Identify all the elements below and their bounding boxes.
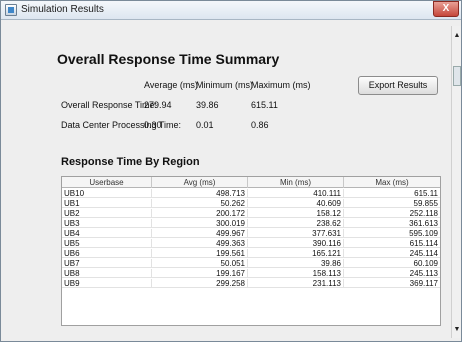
dc-processing-avg: 0.30 [144,120,162,130]
scroll-up-arrow-icon[interactable]: ▲ [453,32,461,40]
cell-max: 369.117 [409,279,438,288]
cell-userbase: UB5 [62,239,152,248]
dc-processing-label: Data Center Processing Time: [61,120,182,130]
region-heading: Response Time By Region [61,156,200,168]
summary-col-average: Average (ms) [144,80,198,90]
cell-min: 231.113 [248,279,344,288]
overall-response-max: 615.11 [251,100,278,110]
cell-min: 377.631 [248,229,344,238]
summary-heading: Overall Response Time Summary [57,51,280,67]
summary-col-maximum: Maximum (ms) [251,80,311,90]
table-row[interactable]: UB10 498.713 410.111 615.11 [62,189,440,198]
table-row[interactable]: UB4 499.967 377.631 595.109 [62,229,440,238]
cell-max: 59.855 [413,199,438,208]
cell-userbase: UB9 [62,279,152,288]
cell-max: 615.114 [409,239,438,248]
cell-max: 245.113 [409,269,438,278]
dc-processing-max: 0.86 [251,120,269,130]
cell-min: 40.609 [248,199,344,208]
cell-userbase: UB1 [62,199,152,208]
table-row[interactable]: UB3 300.019 238.62 361.613 [62,219,440,228]
window-title: Simulation Results [21,4,104,15]
cell-userbase: UB10 [62,189,152,198]
cell-min: 390.116 [248,239,344,248]
table-row[interactable]: UB2 200.172 158.12 252.118 [62,209,440,218]
simulation-results-window: Simulation Results X ▲ ▼ Overall Respons… [0,0,462,342]
table-row[interactable]: UB6 199.561 165.121 245.114 [62,249,440,258]
cell-max: 615.11 [414,189,438,198]
table-row[interactable]: UB8 199.167 158.113 245.113 [62,269,440,278]
cell-avg: 50.262 [152,199,248,208]
cell-avg: 300.019 [152,219,248,228]
scroll-down-arrow-icon[interactable]: ▼ [453,326,461,334]
vertical-scrollbar[interactable]: ▲ ▼ [451,26,461,338]
cell-min: 158.113 [248,269,344,278]
app-icon [5,4,17,16]
cell-min: 39.86 [248,259,344,268]
cell-avg: 199.561 [152,249,248,258]
title-bar[interactable]: Simulation Results X [1,1,461,20]
cell-avg: 299.258 [152,279,248,288]
close-button[interactable]: X [433,1,459,17]
col-max[interactable]: Max (ms) [344,177,440,188]
cell-userbase: UB2 [62,209,152,218]
cell-max: 252.118 [409,209,438,218]
cell-userbase: UB3 [62,219,152,228]
cell-userbase: UB6 [62,249,152,258]
cell-min: 410.111 [248,189,344,198]
table-row[interactable]: UB9 299.258 231.113 369.117 [62,279,440,288]
col-min[interactable]: Min (ms) [248,177,344,188]
overall-response-min: 39.86 [196,100,219,110]
cell-userbase: UB7 [62,259,152,268]
col-avg[interactable]: Avg (ms) [152,177,248,188]
cell-max: 361.613 [409,219,438,228]
cell-avg: 499.363 [152,239,248,248]
cell-userbase: UB8 [62,269,152,278]
region-table-header: Userbase Avg (ms) Min (ms) Max (ms) [62,177,440,188]
cell-max: 60.109 [413,259,438,268]
cell-max: 245.114 [409,249,438,258]
table-row[interactable]: UB5 499.363 390.116 615.114 [62,239,440,248]
overall-response-avg: 279.94 [144,100,172,110]
region-table[interactable]: Userbase Avg (ms) Min (ms) Max (ms) UB10… [61,176,441,326]
scroll-thumb[interactable] [453,66,461,86]
dc-processing-min: 0.01 [196,120,214,130]
overall-response-label: Overall Response Time: [61,100,158,110]
cell-max: 595.109 [409,229,438,238]
cell-avg: 200.172 [152,209,248,218]
col-userbase[interactable]: Userbase [62,177,152,188]
cell-min: 238.62 [248,219,344,228]
cell-avg: 199.167 [152,269,248,278]
cell-userbase: UB4 [62,229,152,238]
table-row[interactable]: UB1 50.262 40.609 59.855 [62,199,440,208]
export-results-button[interactable]: Export Results [358,76,438,95]
cell-avg: 50.051 [152,259,248,268]
table-row[interactable]: UB7 50.051 39.86 60.109 [62,259,440,268]
summary-col-minimum: Minimum (ms) [196,80,253,90]
cell-min: 158.12 [248,209,344,218]
cell-min: 165.121 [248,249,344,258]
cell-avg: 498.713 [152,189,248,198]
cell-avg: 499.967 [152,229,248,238]
